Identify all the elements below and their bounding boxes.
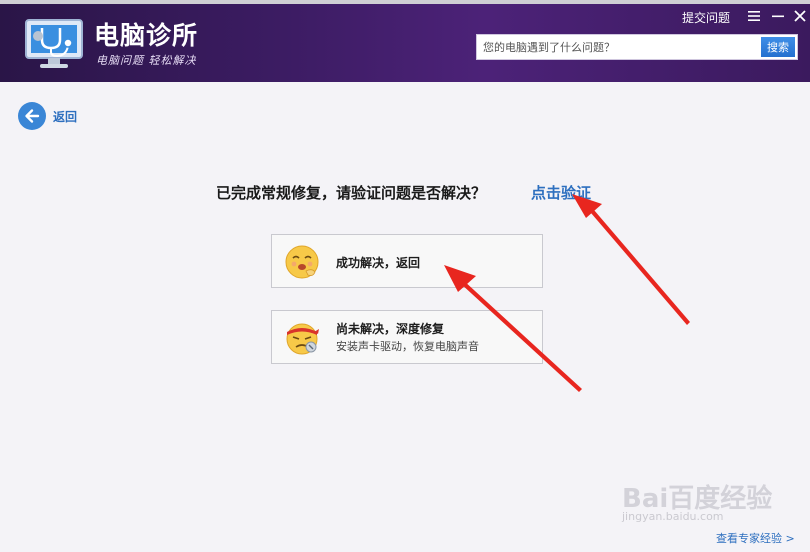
search-input[interactable] xyxy=(477,35,755,59)
baidu-watermark-url: jingyan.baidu.com xyxy=(622,510,724,523)
back-arrow-icon xyxy=(18,102,46,130)
app-title: 电脑诊所 xyxy=(94,21,199,50)
verify-link[interactable]: 点击验证 xyxy=(531,182,591,203)
deep-repair-option-button[interactable]: 尚未解决，深度修复 安装声卡驱动，恢复电脑声音 xyxy=(271,310,543,364)
app-slogan: 电脑问题 轻松解决 xyxy=(96,54,197,67)
expert-experience-link[interactable]: 查看专家经验 > xyxy=(716,530,795,546)
search-box: 搜索 xyxy=(476,34,798,60)
monitor-stethoscope-logo-icon xyxy=(25,19,83,68)
verify-question: 已完成常规修复，请验证问题是否解决？ xyxy=(216,184,487,202)
title-bar: 电脑诊所 电脑问题 轻松解决 提交问题 搜索 xyxy=(0,0,810,82)
option-subtitle: 安装声卡驱动，恢复电脑声音 xyxy=(336,340,479,353)
happy-face-icon xyxy=(285,245,319,279)
repair-face-icon xyxy=(286,323,319,355)
menu-icon[interactable] xyxy=(746,8,762,24)
submit-question-link[interactable]: 提交问题 xyxy=(682,9,730,26)
annotation-arrow-verify xyxy=(572,194,690,325)
resolved-option-button[interactable]: 成功解决，返回 xyxy=(271,234,543,288)
back-button[interactable]: 返回 xyxy=(18,102,78,130)
search-button[interactable]: 搜索 xyxy=(761,37,795,57)
option-title: 成功解决，返回 xyxy=(336,256,421,270)
option-title: 尚未解决，深度修复 xyxy=(336,322,445,336)
back-label: 返回 xyxy=(53,110,78,124)
minimize-icon[interactable] xyxy=(770,8,786,24)
close-icon[interactable] xyxy=(792,8,808,24)
